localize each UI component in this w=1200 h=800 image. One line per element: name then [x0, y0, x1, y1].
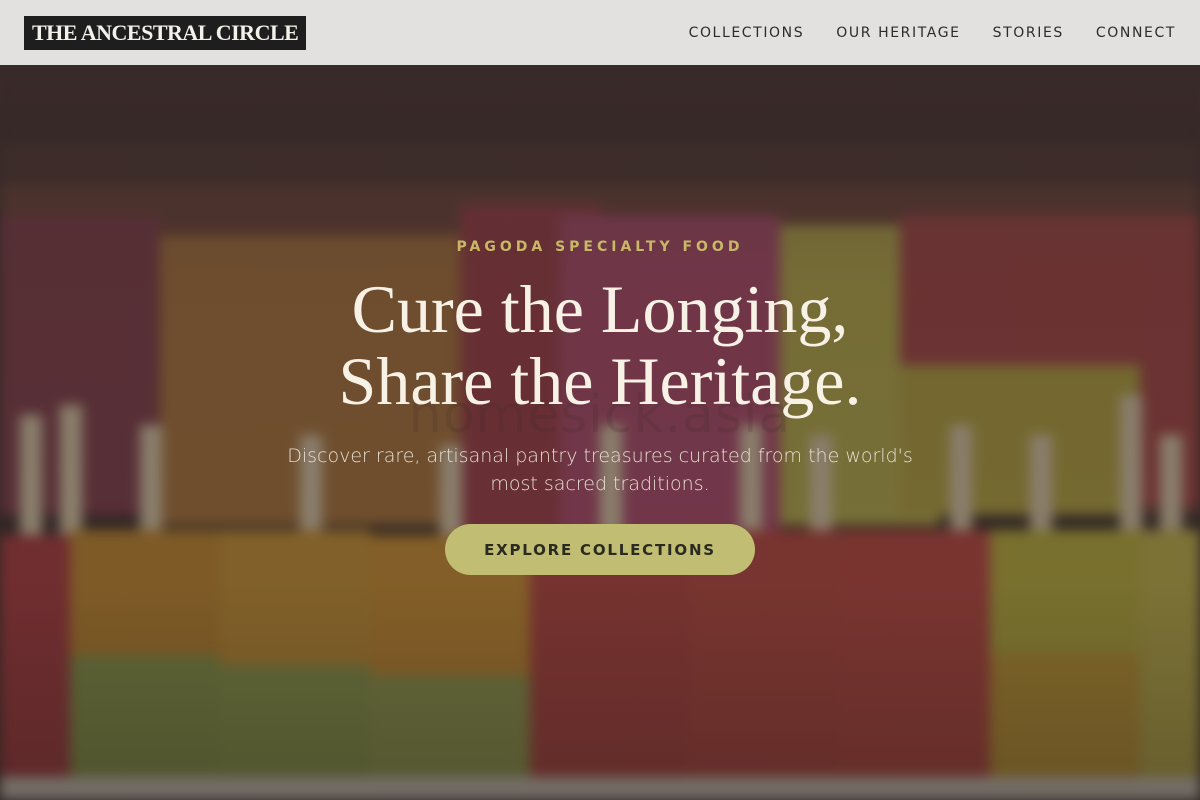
brand-logo[interactable]: THE ANCESTRAL CIRCLE [24, 15, 307, 50]
nav-link-collections[interactable]: COLLECTIONS [689, 25, 805, 41]
hero-headline-line-2: Share the Heritage. [338, 343, 862, 419]
nav-link-connect[interactable]: CONNECT [1096, 25, 1176, 41]
nav-link-our-heritage[interactable]: OUR HERITAGE [836, 25, 960, 41]
hero-eyebrow: PAGODA SPECIALTY FOOD [456, 239, 744, 255]
hero-subheading: Discover rare, artisanal pantry treasure… [287, 445, 913, 495]
explore-collections-button[interactable]: EXPLORE COLLECTIONS [445, 524, 755, 575]
site-header: THE ANCESTRAL CIRCLE COLLECTIONS OUR HER… [0, 0, 1200, 65]
hero-headline-line-1: Cure the Longing, [351, 271, 849, 347]
hero-section: homesick.asia PAGODA SPECIALTY FOOD Cure… [0, 65, 1200, 800]
nav-link-stories[interactable]: STORIES [993, 25, 1064, 41]
hero-headline: Cure the Longing, Share the Heritage. [0, 273, 1200, 417]
main-nav: COLLECTIONS OUR HERITAGE STORIES CONNECT [689, 25, 1176, 41]
